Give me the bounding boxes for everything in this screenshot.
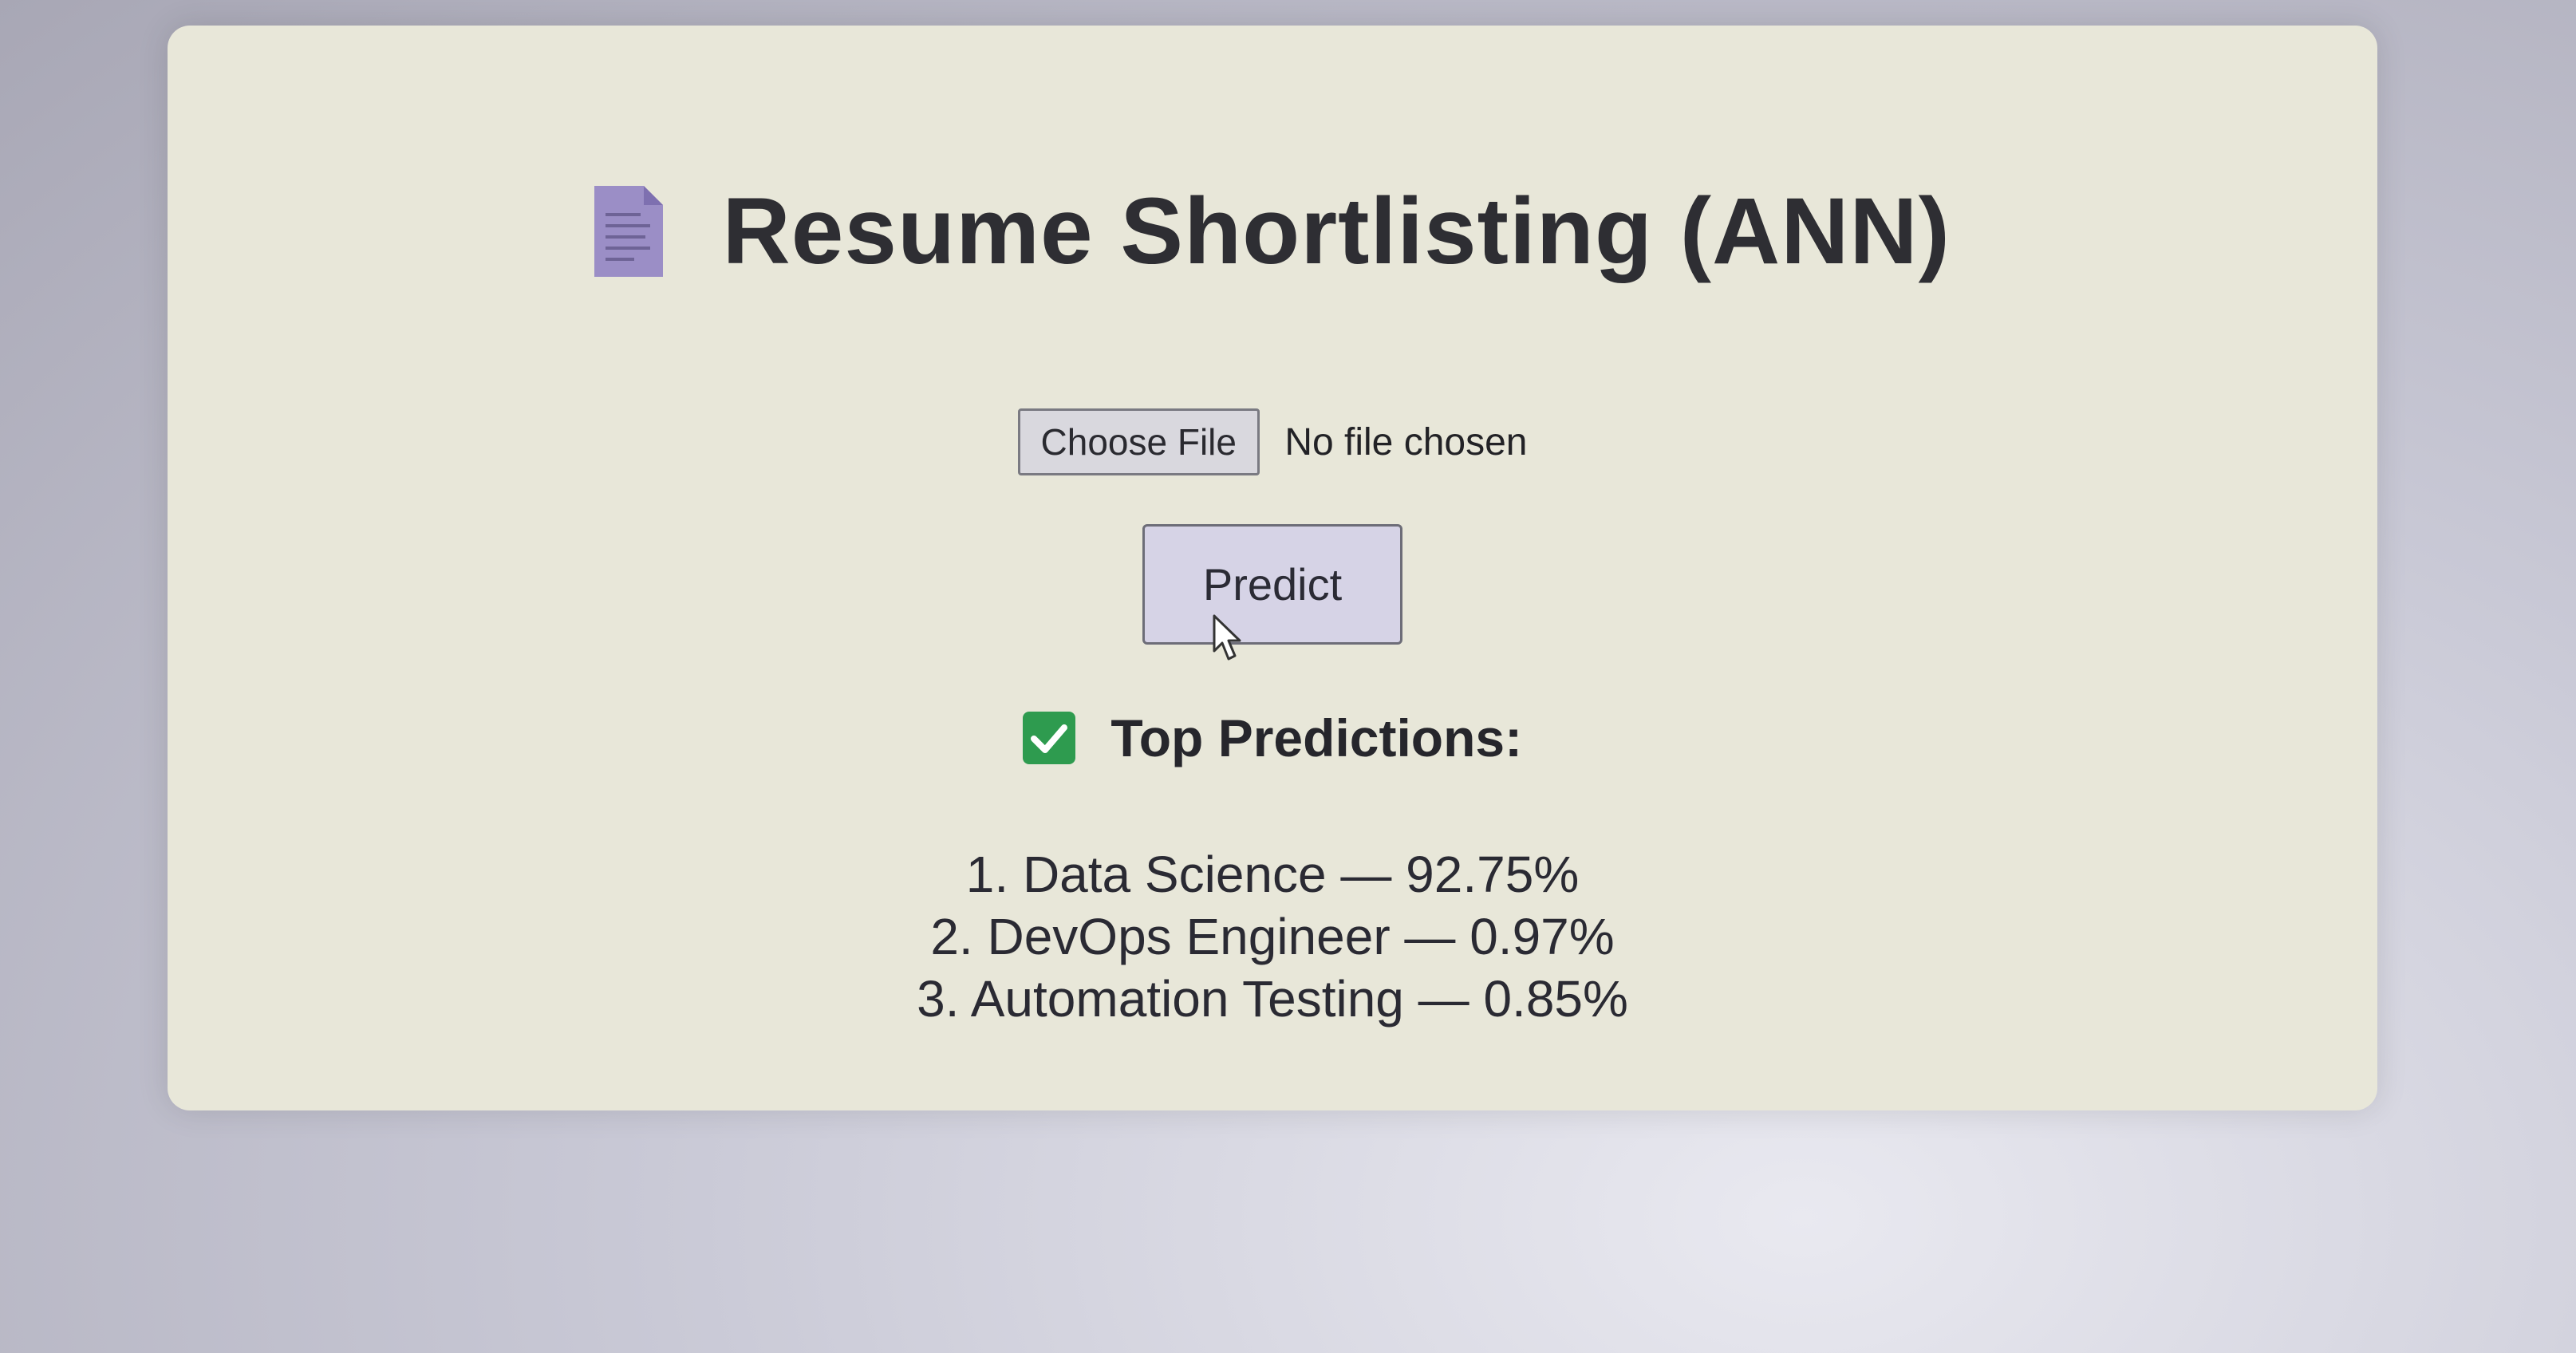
predict-button-label: Predict	[1202, 559, 1343, 609]
page-title: Resume Shortlisting (ANN)	[722, 179, 1951, 284]
prediction-item: 2. DevOps Engineer — 0.97%	[930, 908, 1615, 965]
prediction-item: 1. Data Science — 92.75%	[965, 846, 1580, 903]
predict-area: Predict	[168, 524, 2377, 661]
file-upload-row: Choose File No file chosen	[168, 408, 2377, 475]
mouse-cursor-icon	[1213, 614, 1241, 661]
page-header: Resume Shortlisting (ANN)	[168, 177, 2377, 286]
document-icon	[594, 186, 664, 277]
predict-button[interactable]: Predict	[1142, 524, 1402, 661]
main-card: Resume Shortlisting (ANN) Choose File No…	[168, 26, 2377, 1110]
predictions-list: 1. Data Science — 92.75% 2. DevOps Engin…	[168, 843, 2377, 1030]
file-status-text: No file chosen	[1284, 420, 1528, 463]
predictions-title: Top Predictions:	[1110, 708, 1523, 767]
predictions-heading: Top Predictions:	[168, 708, 2377, 768]
prediction-item: 3. Automation Testing — 0.85%	[917, 970, 1628, 1028]
checkmark-icon	[1022, 712, 1075, 764]
choose-file-button[interactable]: Choose File	[1017, 408, 1260, 475]
